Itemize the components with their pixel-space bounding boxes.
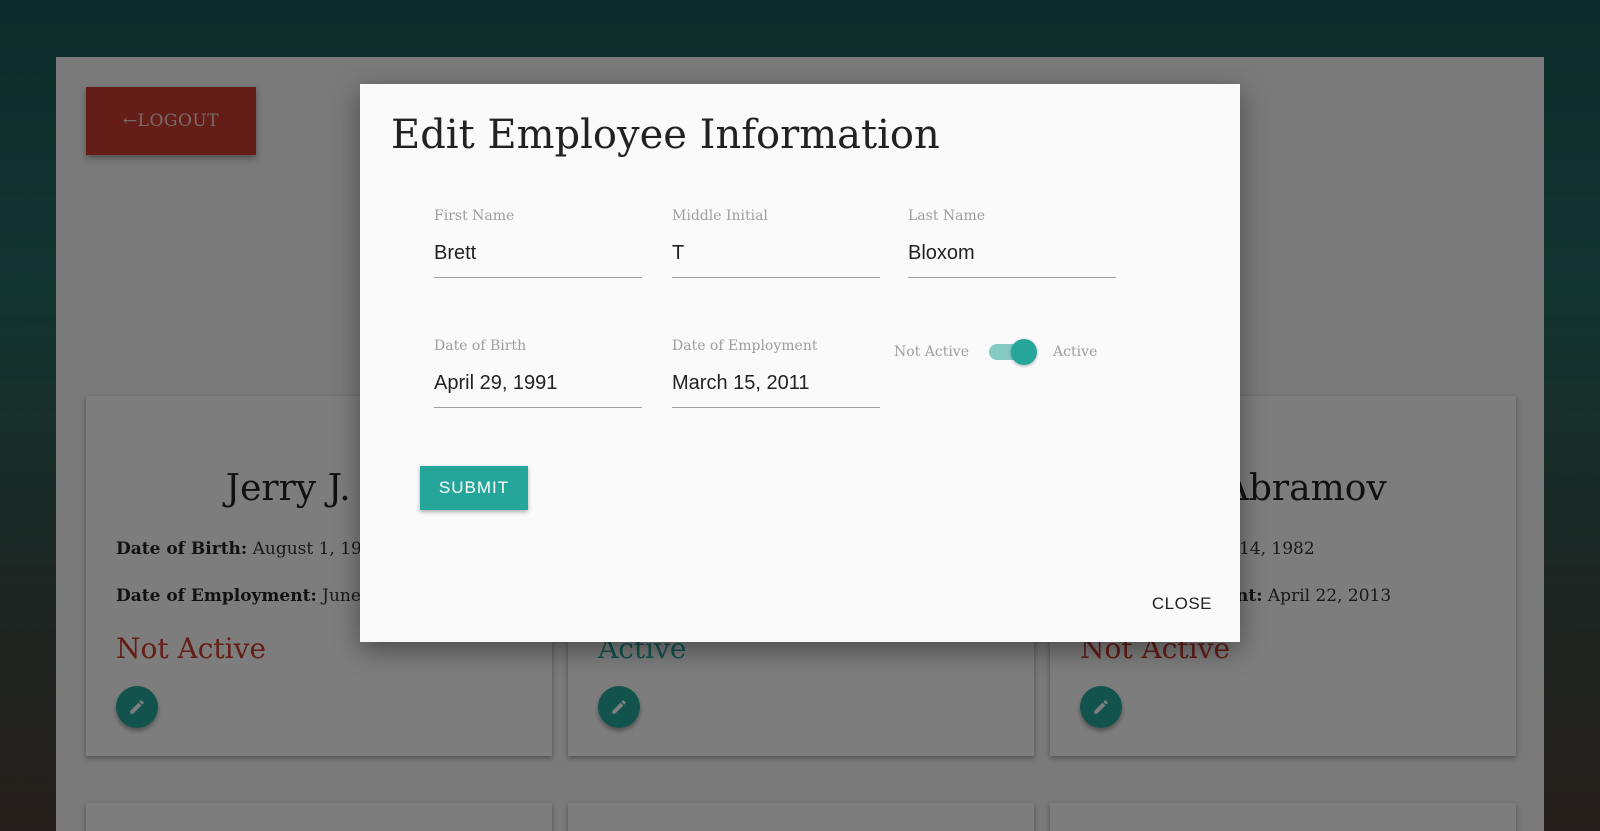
middle-initial-field: Middle Initial (672, 208, 880, 278)
first-name-field: First Name (434, 208, 642, 278)
middle-initial-input[interactable] (672, 238, 880, 278)
dob-field: Date of Birth (434, 338, 642, 408)
switch-off-label: Not Active (894, 344, 970, 360)
first-name-label: First Name (434, 208, 515, 224)
doe-label: Date of Employment (672, 338, 818, 354)
status-switch: Not Active Active (894, 338, 1097, 366)
last-name-input[interactable] (908, 238, 1116, 278)
doe-input[interactable] (672, 368, 880, 408)
dob-input[interactable] (434, 368, 642, 408)
edit-employee-modal: Edit Employee Information First Name Mid… (360, 84, 1240, 642)
status-toggle[interactable] (989, 339, 1038, 365)
last-name-field: Last Name (908, 208, 1116, 278)
switch-on-label: Active (1053, 344, 1098, 360)
doe-field: Date of Employment (672, 338, 880, 408)
modal-title: Edit Employee Information (391, 112, 940, 158)
middle-initial-label: Middle Initial (672, 208, 768, 224)
close-button[interactable]: CLOSE (1152, 594, 1212, 614)
first-name-input[interactable] (434, 238, 642, 278)
dob-label: Date of Birth (434, 338, 527, 354)
submit-button[interactable]: SUBMIT (420, 466, 528, 510)
toggle-thumb[interactable] (1011, 339, 1038, 365)
last-name-label: Last Name (908, 208, 986, 224)
